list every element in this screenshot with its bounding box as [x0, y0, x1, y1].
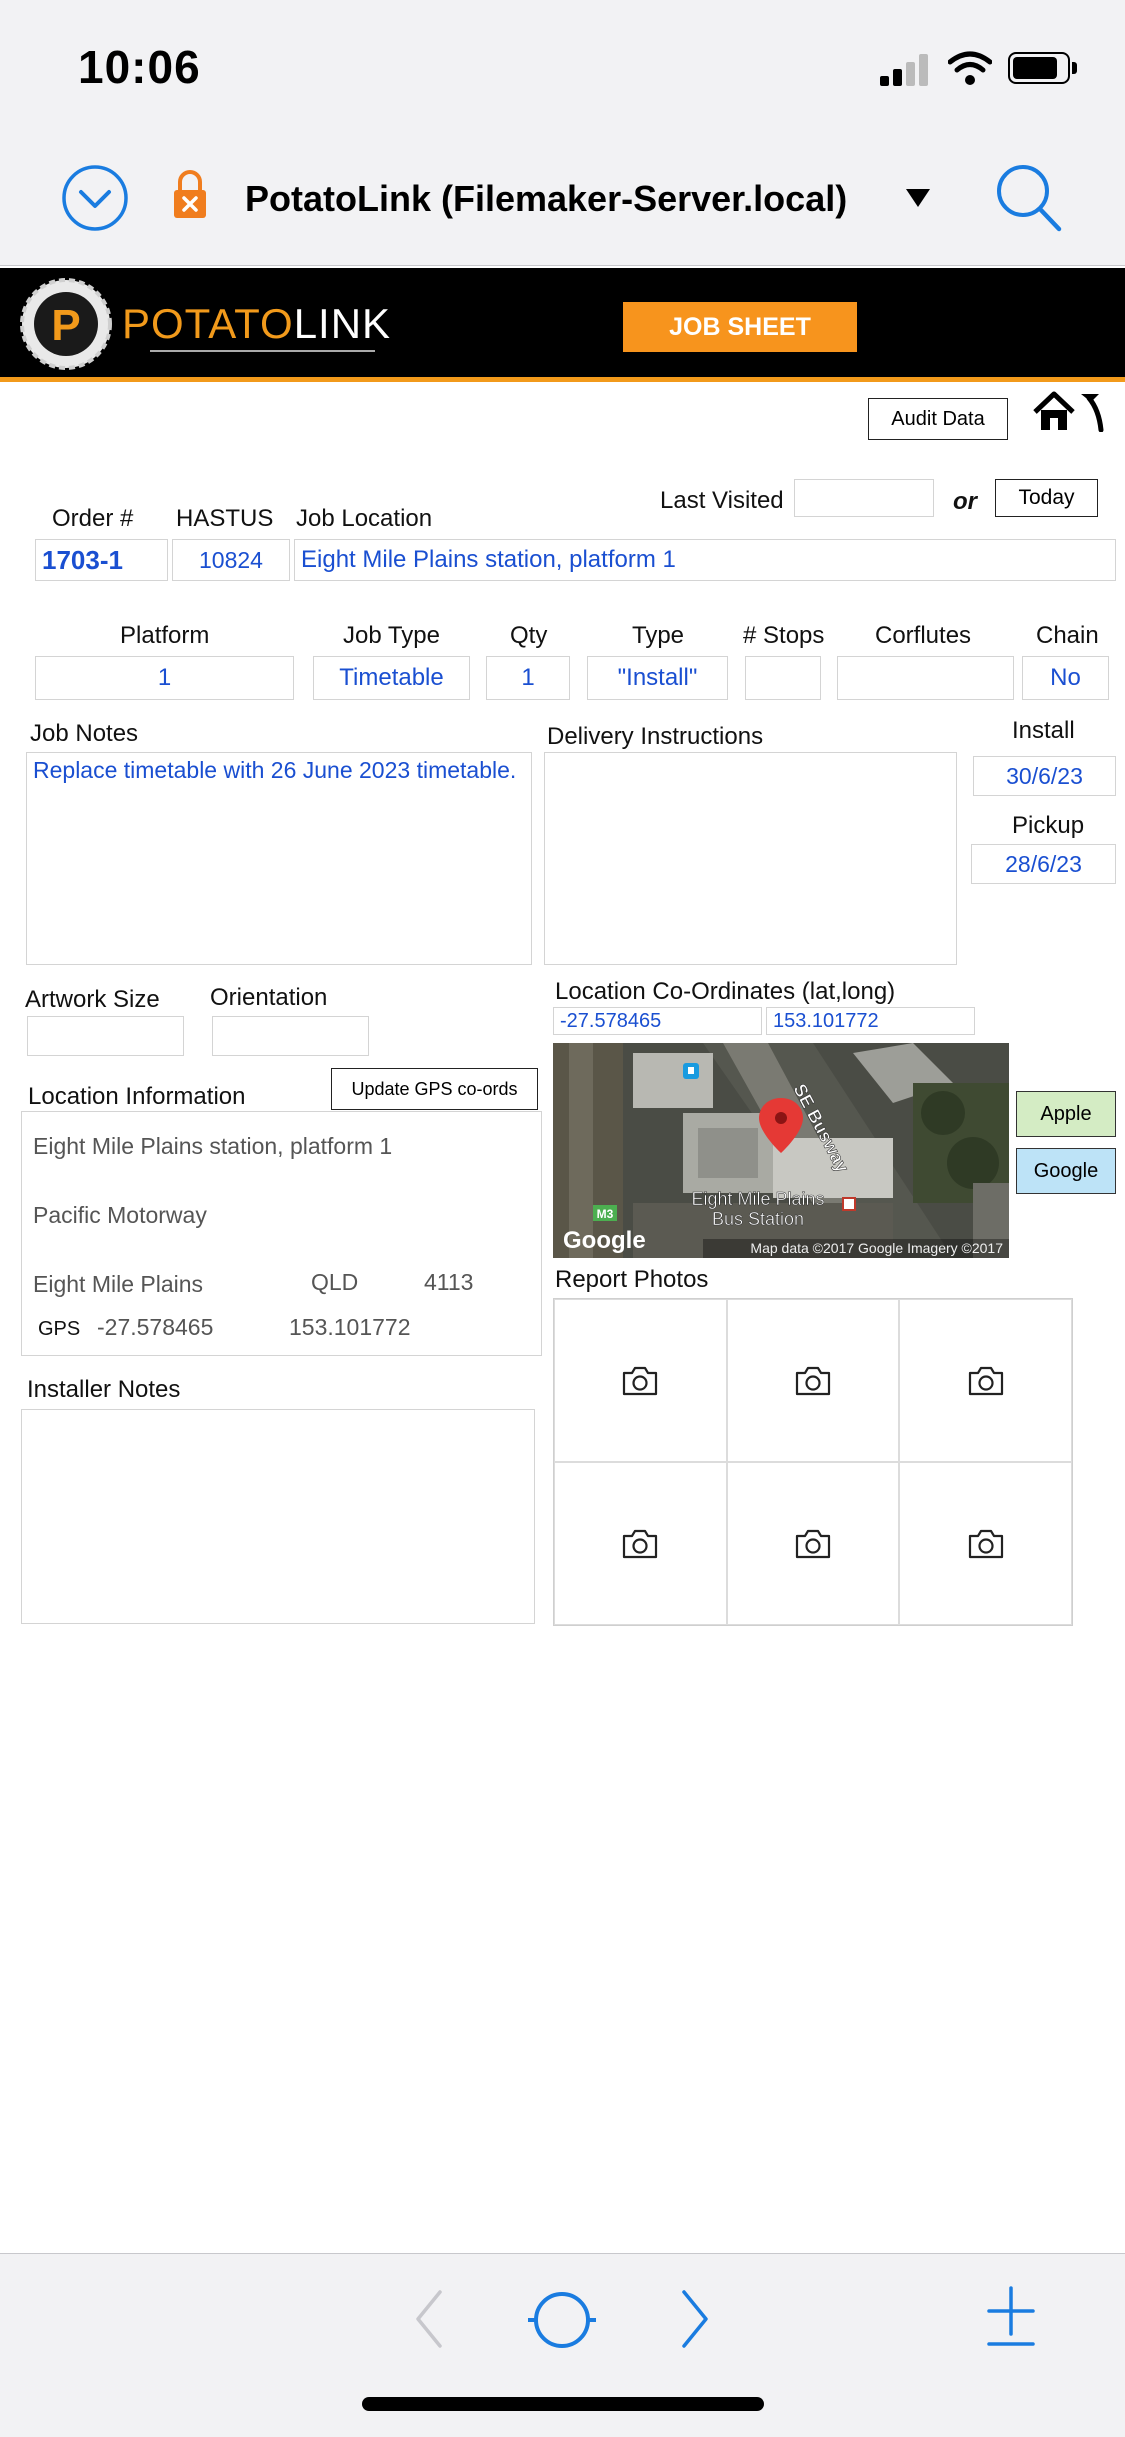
last-visited-field[interactable] [794, 479, 934, 517]
google-maps-button[interactable]: Google [1016, 1148, 1116, 1194]
corflutes-label: Corflutes [875, 622, 972, 649]
lock-icon[interactable] [172, 170, 208, 220]
camera-icon [968, 1366, 1003, 1395]
home-indicator [362, 2397, 764, 2411]
last-visited-label: Last Visited [660, 487, 784, 514]
today-button[interactable]: Today [995, 479, 1098, 517]
status-time: 10:06 [78, 41, 201, 93]
type-label: Type [632, 622, 685, 649]
longitude-field[interactable]: 153.101772 [766, 1007, 975, 1035]
order-number-field[interactable]: 1703-1 [35, 539, 168, 581]
job-sheet-button[interactable]: JOB SHEET [623, 302, 857, 352]
stops-label: # Stops [743, 622, 825, 649]
report-photos-grid [553, 1298, 1073, 1626]
battery-icon [1008, 52, 1078, 86]
address-line-1: Eight Mile Plains station, platform 1 [33, 1133, 393, 1159]
apple-maps-button[interactable]: Apple [1016, 1091, 1116, 1137]
hastus-field[interactable]: 10824 [172, 539, 290, 581]
type-field[interactable]: "Install" [587, 656, 728, 700]
search-icon[interactable] [995, 163, 1063, 233]
delivery-label: Delivery Instructions [547, 723, 764, 750]
camera-icon [623, 1529, 658, 1558]
map-station-label-2: Bus Station [712, 1209, 804, 1229]
delivery-instructions-field[interactable] [544, 752, 957, 965]
signal-icon [880, 52, 932, 86]
location-info-label: Location Information [28, 1083, 246, 1110]
job-location-label: Job Location [296, 505, 433, 532]
map-station-label-1: Eight Mile Plains [691, 1189, 824, 1209]
photo-slot[interactable] [899, 1462, 1072, 1625]
platform-field[interactable]: 1 [35, 656, 294, 700]
route-badge: M3 [597, 1207, 614, 1221]
camera-icon [795, 1529, 831, 1558]
install-label: Install [1012, 717, 1075, 744]
job-notes-field[interactable]: Replace timetable with 26 June 2023 time… [26, 752, 532, 965]
camera-icon [623, 1366, 658, 1395]
svg-text:P: P [51, 301, 80, 350]
map-attribution: Map data ©2017 Google Imagery ©2017 [750, 1240, 1003, 1256]
stops-field[interactable] [745, 656, 821, 700]
job-notes-label: Job Notes [30, 720, 139, 747]
hastus-label: HASTUS [176, 505, 274, 532]
address-suburb: Eight Mile Plains [33, 1271, 204, 1297]
report-photos-label: Report Photos [555, 1266, 709, 1293]
camera-icon [968, 1529, 1003, 1558]
browser-title[interactable]: PotatoLink (Filemaker-Server.local) [245, 178, 847, 220]
add-tab-icon[interactable] [985, 2286, 1037, 2348]
wifi-icon [948, 51, 992, 85]
back-chevron-icon[interactable] [414, 2290, 444, 2348]
dropdown-triangle-icon[interactable] [906, 189, 930, 207]
pickup-label: Pickup [1012, 812, 1085, 839]
update-gps-button[interactable]: Update GPS co-ords [331, 1068, 538, 1110]
job-type-label: Job Type [343, 622, 440, 649]
platform-label: Platform [120, 622, 210, 649]
photo-slot[interactable] [899, 1299, 1072, 1462]
reload-circle-icon[interactable] [528, 2290, 596, 2350]
job-type-field[interactable]: Timetable [313, 656, 470, 700]
artwork-size-label: Artwork Size [25, 986, 160, 1013]
address-postcode: 4113 [424, 1269, 474, 1295]
home-icon[interactable] [1033, 390, 1075, 432]
address-line-2: Pacific Motorway [33, 1202, 207, 1228]
pickup-date-field[interactable]: 28/6/23 [971, 844, 1116, 884]
chain-field[interactable]: No [1022, 656, 1109, 700]
orientation-field[interactable] [212, 1016, 369, 1056]
gps-latitude: -27.578465 [97, 1314, 214, 1340]
logo-underline [150, 350, 375, 352]
back-arrow-icon[interactable] [1075, 390, 1105, 432]
gps-label: GPS [38, 1318, 81, 1340]
install-date-field[interactable]: 30/6/23 [973, 756, 1116, 796]
qty-label: Qty [510, 622, 548, 649]
chevron-down-circle-icon[interactable] [61, 164, 129, 232]
qty-field[interactable]: 1 [486, 656, 570, 700]
latitude-field[interactable]: -27.578465 [553, 1007, 762, 1035]
photo-slot[interactable] [554, 1462, 727, 1625]
location-map[interactable]: M3 SE Busway Eight Mile Plains Bus Stati… [553, 1043, 1009, 1258]
address-state: QLD [311, 1269, 359, 1295]
gps-longitude: 153.101772 [289, 1314, 411, 1340]
audit-data-button[interactable]: Audit Data [868, 398, 1008, 440]
google-logo: Google [563, 1227, 646, 1254]
chain-label: Chain [1036, 622, 1099, 649]
forward-chevron-icon[interactable] [680, 2290, 710, 2348]
camera-icon [795, 1366, 831, 1395]
photo-slot[interactable] [554, 1299, 727, 1462]
installer-notes-label: Installer Notes [27, 1376, 181, 1403]
artwork-size-field[interactable] [27, 1016, 184, 1056]
logo-wordmark: POTATOLINK [122, 300, 392, 347]
job-location-field[interactable]: Eight Mile Plains station, platform 1 [294, 539, 1116, 581]
or-label: or [953, 488, 977, 515]
potato-logo-icon: P [20, 278, 112, 370]
photo-slot[interactable] [726, 1299, 900, 1462]
order-label: Order # [52, 505, 134, 532]
photo-slot[interactable] [726, 1462, 900, 1625]
coordinates-label: Location Co-Ordinates (lat,long) [555, 978, 896, 1005]
installer-notes-field[interactable] [21, 1409, 535, 1624]
corflutes-field[interactable] [837, 656, 1014, 700]
orientation-label: Orientation [210, 984, 328, 1011]
